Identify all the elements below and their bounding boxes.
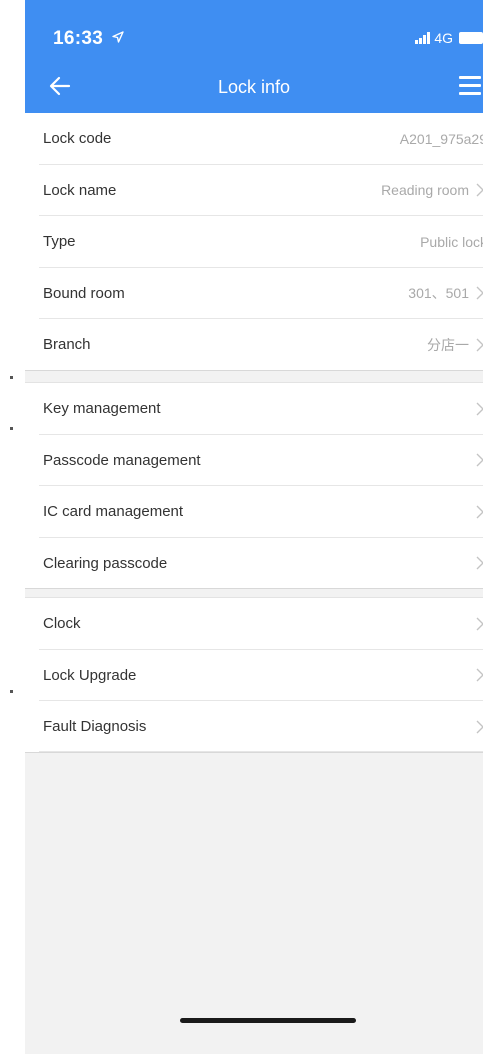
bound-room-row[interactable]: Bound room 301、501 — [25, 268, 483, 320]
chevron-right-icon — [476, 286, 483, 300]
chevron-right-icon — [476, 402, 483, 416]
app-header: 16:33 4G Lock info — [25, 0, 483, 113]
chevron-right-icon — [476, 617, 483, 631]
chevron-right-icon — [476, 668, 483, 682]
home-indicator — [180, 1018, 356, 1023]
clock-row[interactable]: Clock — [25, 598, 483, 650]
row-label: Lock name — [43, 181, 117, 199]
battery-icon — [459, 32, 483, 44]
tools-list: Clock Lock Upgrade Fault Diagnosis — [25, 597, 483, 753]
chevron-right-icon — [476, 720, 483, 733]
status-indicators: 4G — [415, 30, 483, 46]
hamburger-menu-icon — [459, 76, 481, 79]
chevron-right-icon — [476, 556, 483, 570]
page-title: Lock info — [217, 77, 291, 97]
status-time: 16:33 — [53, 28, 124, 50]
row-label: Bound room — [43, 284, 125, 302]
phone-screen: 16:33 4G Lock info Lock code A201_975a29… — [25, 0, 483, 1054]
chevron-right-icon — [476, 183, 483, 197]
lock-upgrade-row[interactable]: Lock Upgrade — [25, 650, 483, 702]
hamburger-menu-line — [459, 84, 481, 87]
status-time-text: 16:33 — [53, 28, 104, 49]
edge-mark — [10, 427, 13, 430]
row-value: Reading room — [381, 182, 469, 199]
branch-row[interactable]: Branch 分店一 — [25, 319, 483, 371]
hamburger-menu-line — [459, 92, 481, 95]
row-label: IC card management — [43, 503, 184, 521]
chevron-right-icon — [476, 505, 483, 519]
lock-code-row: Lock code A201_975a29 — [25, 113, 483, 165]
row-label: Type — [43, 233, 76, 251]
row-label: Lock Upgrade — [43, 666, 137, 684]
row-label: Branch — [43, 336, 91, 354]
edge-mark — [10, 690, 13, 693]
row-value: Public lock — [420, 233, 483, 250]
row-value: 分店一 — [427, 336, 469, 353]
signal-icon — [415, 32, 431, 44]
lock-details-list: Lock code A201_975a29 Lock name Reading … — [25, 113, 483, 371]
menu-button[interactable] — [459, 76, 481, 96]
row-label: Key management — [43, 400, 161, 418]
clearing-passcode-row[interactable]: Clearing passcode — [25, 538, 483, 590]
management-list: Key management Passcode management IC ca… — [25, 382, 483, 589]
row-value: A201_975a29 — [399, 130, 483, 147]
network-label: 4G — [434, 30, 453, 46]
fault-diagnosis-row[interactable]: Fault Diagnosis — [25, 701, 483, 752]
row-label: Fault Diagnosis — [43, 718, 147, 735]
row-label: Clearing passcode — [43, 554, 168, 572]
row-label: Clock — [43, 615, 81, 633]
row-label: Passcode management — [43, 451, 201, 469]
lock-name-row[interactable]: Lock name Reading room — [25, 165, 483, 217]
chevron-right-icon — [476, 453, 483, 467]
key-management-row[interactable]: Key management — [25, 383, 483, 435]
row-label: Lock code — [43, 130, 112, 148]
type-row: Type Public lock — [25, 216, 483, 268]
ic-card-management-row[interactable]: IC card management — [25, 486, 483, 538]
row-value: 301、501 — [408, 285, 469, 302]
passcode-management-row[interactable]: Passcode management — [25, 435, 483, 487]
chevron-right-icon — [476, 338, 483, 352]
edge-mark — [10, 376, 13, 379]
location-arrow-icon — [112, 31, 124, 43]
